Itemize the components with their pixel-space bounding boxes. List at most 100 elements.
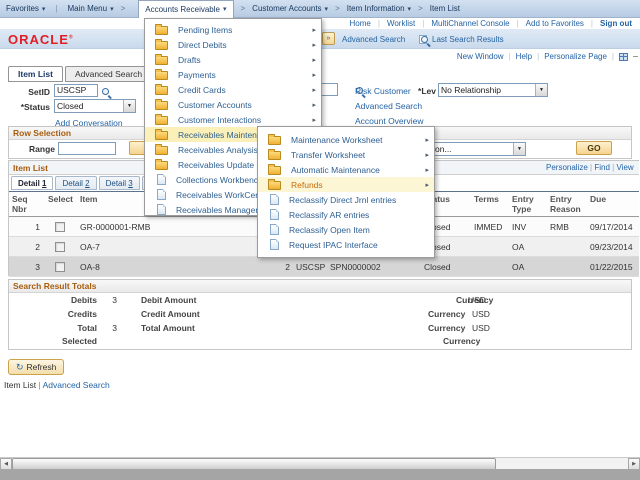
- submenu-item-request-ipac-interface[interactable]: Request IPAC Interface: [258, 237, 434, 252]
- menu-item-payments[interactable]: Payments ▸: [145, 67, 321, 82]
- action-go-button[interactable]: GO: [576, 141, 612, 155]
- tab-advanced-search[interactable]: Advanced Search: [65, 66, 152, 82]
- submenu-item-automatic-maintenance[interactable]: Automatic Maintenance ▸: [258, 162, 434, 177]
- nav-separator: |: [537, 52, 539, 61]
- tab-detail-2[interactable]: Detail 2: [55, 176, 96, 190]
- help-link[interactable]: Help: [516, 52, 532, 61]
- submenu-arrow-icon: ▸: [425, 136, 429, 144]
- totals-currency-label: Currency: [428, 309, 465, 319]
- submenu-arrow-icon: ▸: [312, 116, 316, 124]
- status-select[interactable]: Closed ▼: [54, 99, 136, 113]
- breadcrumb-item-information[interactable]: Item Information ▾: [347, 4, 411, 13]
- personalize-layout-icon[interactable]: [619, 53, 628, 61]
- menu-item-direct-debits[interactable]: Direct Debits ▸: [145, 37, 321, 52]
- nav-separator: |: [517, 19, 519, 28]
- chevron-down-icon: ▾: [110, 5, 114, 13]
- advanced-search-link[interactable]: Advanced Search: [355, 101, 422, 111]
- horizontal-scrollbar[interactable]: ◀ ▶: [0, 457, 640, 469]
- totals-currency-value: USD: [468, 295, 486, 305]
- breadcrumb-accounts-receivable-open[interactable]: Accounts Receivable ▾: [138, 0, 233, 18]
- submenu-item-reclassify-open-item[interactable]: Reclassify Open Item: [258, 222, 434, 237]
- submenu-item-reclassify-ar-entries[interactable]: Reclassify AR entries: [258, 207, 434, 222]
- submenu-item-refunds[interactable]: Refunds ▸: [258, 177, 434, 192]
- menu-item-label: Request IPAC Interface: [289, 240, 378, 250]
- refresh-button[interactable]: ↻ Refresh: [8, 359, 64, 375]
- submenu-arrow-icon: ▸: [312, 41, 316, 49]
- totals-currency-label: Currency: [443, 336, 480, 346]
- menu-item-customer-accounts[interactable]: Customer Accounts ▸: [145, 97, 321, 112]
- folder-icon: [155, 41, 168, 50]
- breadcrumb-label: Item List: [430, 4, 460, 13]
- refresh-icon: ↻: [16, 362, 24, 373]
- col-entry-reason: Entry Reason: [547, 192, 587, 217]
- menu-item-credit-cards[interactable]: Credit Cards ▸: [145, 82, 321, 97]
- nav-separator: |: [422, 19, 424, 28]
- setid-label: SetID: [0, 87, 50, 97]
- tab-detail-1[interactable]: Detail 1: [11, 176, 53, 190]
- submenu-item-reclassify-direct-jrnl-entries[interactable]: Reclassify Direct Jrnl entries: [258, 192, 434, 207]
- menu-item-customer-interactions[interactable]: Customer Interactions ▸: [145, 112, 321, 127]
- search-go-button[interactable]: »: [322, 32, 335, 45]
- chevron-down-icon: ▾: [408, 5, 412, 13]
- submenu-arrow-icon: ▸: [312, 56, 316, 64]
- totals-row-debits: Debits 3 Debit Amount Currency USD: [9, 295, 631, 307]
- tab-detail-3[interactable]: Detail 3: [99, 176, 140, 190]
- worklist-link[interactable]: Worklist: [387, 19, 415, 28]
- cell-entry-reason: [547, 237, 587, 257]
- footer-links: Item List | Advanced Search: [4, 380, 110, 390]
- personalize-link[interactable]: Personalize: [546, 163, 588, 172]
- range-input[interactable]: [58, 142, 116, 155]
- sign-out-link[interactable]: Sign out: [600, 19, 632, 28]
- breadcrumb-label: Accounts Receivable: [145, 5, 220, 14]
- tab-item-list[interactable]: Item List: [8, 66, 63, 82]
- breadcrumb-label: Customer Accounts: [252, 4, 321, 13]
- totals-count: 3: [101, 323, 117, 333]
- document-icon: [270, 239, 279, 250]
- breadcrumb-customer-accounts[interactable]: Customer Accounts ▾: [252, 4, 328, 13]
- submenu-item-transfer-worksheet[interactable]: Transfer Worksheet ▸: [258, 147, 434, 162]
- breadcrumb-favorites[interactable]: Favorites ▾: [6, 4, 45, 13]
- chevron-down-icon: ▾: [325, 5, 329, 13]
- advanced-search-footer-link[interactable]: Advanced Search: [43, 380, 110, 390]
- receivables-maintenance-submenu: Maintenance Worksheet ▸ Transfer Workshe…: [257, 126, 435, 258]
- relationship-select[interactable]: No Relationship ▼: [438, 83, 548, 97]
- last-search-results-link[interactable]: Last Search Results: [432, 35, 504, 44]
- menu-item-label: Transfer Worksheet: [291, 150, 365, 160]
- row-select-checkbox[interactable]: [55, 222, 65, 232]
- cell-due: 09/23/2014: [587, 237, 639, 257]
- row-select-checkbox[interactable]: [55, 242, 65, 252]
- submenu-item-maintenance-worksheet[interactable]: Maintenance Worksheet ▸: [258, 132, 434, 147]
- setid-field[interactable]: USCSP: [54, 84, 98, 97]
- breadcrumb-main-menu[interactable]: Main Menu ▾: [68, 4, 114, 13]
- advanced-search-toolbar-link[interactable]: Advanced Search: [342, 35, 405, 44]
- account-overview-link[interactable]: Account Overview: [355, 116, 424, 126]
- menu-item-label: Customer Interactions: [178, 115, 261, 125]
- totals-row-total: Total 3 Total Amount Currency USD: [9, 323, 631, 335]
- personalize-page-link[interactable]: Personalize Page: [544, 52, 607, 61]
- cell-terms: [471, 237, 509, 257]
- home-link[interactable]: Home: [350, 19, 371, 28]
- folder-icon: [268, 151, 281, 160]
- item-list-footer-link[interactable]: Item List: [4, 380, 36, 390]
- grid-title: Item List: [13, 163, 48, 173]
- menu-item-drafts[interactable]: Drafts ▸: [145, 52, 321, 67]
- row-select-checkbox[interactable]: [55, 262, 65, 272]
- setid-lookup-icon[interactable]: [102, 88, 112, 98]
- nav-separator: |: [591, 19, 593, 28]
- breadcrumb-item-list[interactable]: Item List: [430, 4, 460, 13]
- menu-item-label: Receivables WorkCenter: [176, 190, 270, 200]
- find-link[interactable]: Find: [594, 163, 610, 172]
- new-window-link[interactable]: New Window: [457, 52, 504, 61]
- chevron-down-icon: ▾: [42, 5, 46, 13]
- cell-line: 2: [263, 257, 293, 277]
- multichannel-console-link[interactable]: MultiChannel Console: [431, 19, 509, 28]
- view-link[interactable]: View: [616, 163, 633, 172]
- breadcrumb-arrow: >: [418, 4, 423, 13]
- menu-item-pending-items[interactable]: Pending Items ▸: [145, 22, 321, 37]
- add-to-favorites-link[interactable]: Add to Favorites: [526, 19, 584, 28]
- menu-item-label: Maintenance Worksheet: [291, 135, 383, 145]
- submenu-arrow-icon: ▸: [312, 26, 316, 34]
- submenu-arrow-icon: ▸: [312, 101, 316, 109]
- document-icon: [157, 174, 166, 185]
- menu-item-label: Receivables Update: [178, 160, 254, 170]
